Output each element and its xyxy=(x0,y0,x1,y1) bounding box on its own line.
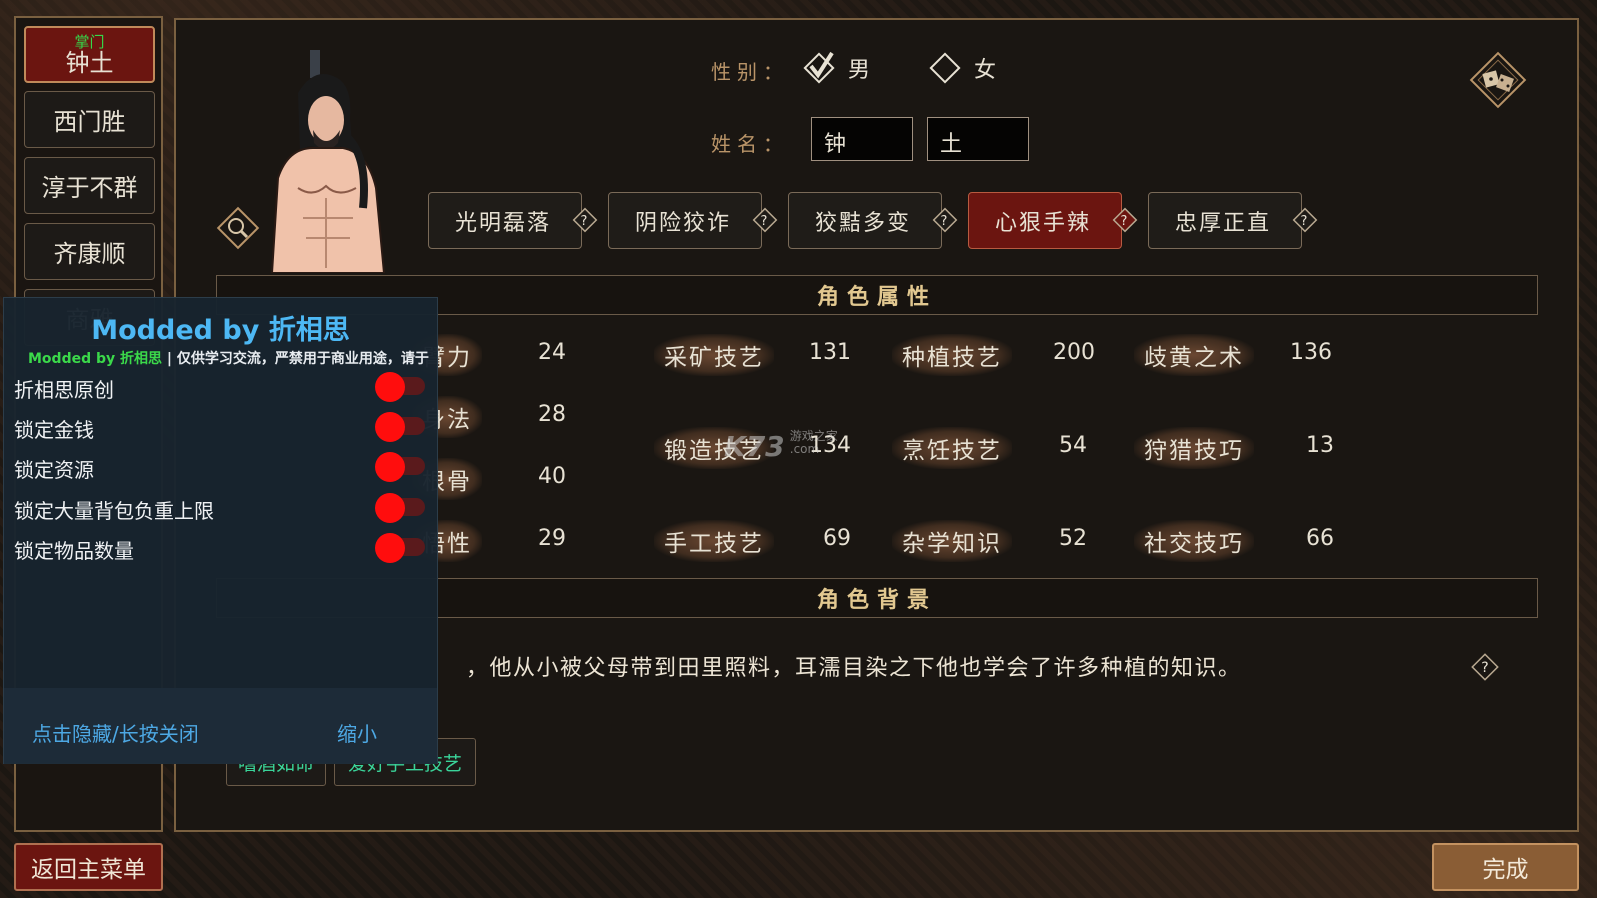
trait-button[interactable]: 狡黠多变 ? xyxy=(788,192,958,249)
mod-option-label: 锁定物品数量 xyxy=(14,539,134,563)
toggle-knob xyxy=(375,412,405,442)
done-button[interactable]: 完成 xyxy=(1432,843,1579,891)
back-to-main-menu-button[interactable]: 返回主菜单 xyxy=(14,843,163,891)
leader-tag: 掌门 xyxy=(74,32,105,51)
attr-strength-value: 24 xyxy=(538,340,566,365)
trait-button[interactable]: 忠厚正直 ? xyxy=(1148,192,1318,249)
mod-menu-panel: Modded by 折相思 Modded by 折相思 | 仅供学习交流，严禁用… xyxy=(3,297,438,764)
skill-label: 狩猎技巧 xyxy=(1134,427,1254,469)
disciple-item[interactable]: 淳于不群 xyxy=(24,157,155,214)
watermark-logo: K73 游戏之家 .com xyxy=(724,430,838,464)
magnify-icon[interactable] xyxy=(216,206,260,250)
toggle-knob xyxy=(375,372,405,402)
mod-menu-title: Modded by 折相思 xyxy=(91,315,350,346)
disciple-name: 钟土 xyxy=(65,48,114,77)
help-icon[interactable]: ? xyxy=(571,206,599,234)
skill-value: 13 xyxy=(1306,433,1334,458)
watermark-domain-text: .com xyxy=(789,442,820,456)
trait-label: 忠厚正直 xyxy=(1175,210,1272,236)
mod-toggle-lock-resources[interactable] xyxy=(375,452,425,482)
mod-toggle-lock-money[interactable] xyxy=(375,412,425,442)
help-icon[interactable]: ? xyxy=(1291,206,1319,234)
trait-label: 阴险狡诈 xyxy=(635,210,732,236)
help-icon[interactable]: ? xyxy=(751,206,779,234)
skill-value: 54 xyxy=(1059,433,1087,458)
skill-value: 66 xyxy=(1306,526,1334,551)
svg-text:?: ? xyxy=(941,214,950,229)
skill-value: 200 xyxy=(1053,340,1095,365)
mod-subtitle-notice: | 仅供学习交流，严禁用于商业用途，请于 xyxy=(162,351,429,367)
mod-option-label: 折相思原创 xyxy=(14,378,114,402)
disciple-name: 西门胜 xyxy=(53,108,126,136)
skill-label: 社交技巧 xyxy=(1134,520,1254,562)
gender-option-male[interactable]: 男 xyxy=(802,50,870,86)
given-name-field[interactable]: 土 xyxy=(927,117,1029,161)
mod-toggle-lock-weight[interactable] xyxy=(375,493,425,523)
trait-button[interactable]: 阴险狡诈 ? xyxy=(608,192,778,249)
svg-text:?: ? xyxy=(1481,660,1488,676)
svg-text:?: ? xyxy=(1121,214,1130,229)
gender-male-label: 男 xyxy=(848,58,871,83)
skill-value: 69 xyxy=(823,526,851,551)
watermark-sub: 游戏之家 .com xyxy=(790,430,838,456)
toggle-knob xyxy=(375,533,405,563)
skill-label: 杂学知识 xyxy=(892,520,1012,562)
svg-text:?: ? xyxy=(581,214,590,229)
trait-button[interactable]: 光明磊落 ? xyxy=(428,192,598,249)
mod-toggle-lock-item-count[interactable] xyxy=(375,533,425,563)
svg-text:?: ? xyxy=(761,214,770,229)
help-icon[interactable]: ? xyxy=(1111,206,1139,234)
mod-menu-footer: 点击隐藏/长按关闭 缩小 xyxy=(4,688,437,764)
toggle-knob xyxy=(375,493,405,523)
trait-label: 狡黠多变 xyxy=(815,210,912,236)
help-icon[interactable]: ? xyxy=(1468,650,1502,684)
skill-label: 种植技艺 xyxy=(892,334,1012,376)
mod-option-label: 锁定金钱 xyxy=(14,418,94,442)
attr-insight-value: 29 xyxy=(538,526,566,551)
diamond-icon xyxy=(929,52,961,84)
gender-female-label: 女 xyxy=(974,58,997,83)
surname-field[interactable]: 钟 xyxy=(811,117,913,161)
mod-subtitle-prefix: Modded by xyxy=(28,351,121,367)
disciple-name: 齐康顺 xyxy=(53,240,126,268)
trait-label: 光明磊落 xyxy=(455,210,552,236)
mod-option-label: 锁定大量背包负重上限 xyxy=(14,499,214,523)
character-portrait xyxy=(270,50,386,273)
name-label: 姓名： xyxy=(711,132,789,156)
disciple-item[interactable]: 西门胜 xyxy=(24,91,155,148)
skill-label: 烹饪技艺 xyxy=(892,427,1012,469)
attr-constitution-value: 40 xyxy=(538,464,566,489)
attr-agility-value: 28 xyxy=(538,402,566,427)
svg-text:?: ? xyxy=(1301,214,1310,229)
skill-label: 采矿技艺 xyxy=(654,334,774,376)
minimize-link[interactable]: 缩小 xyxy=(337,718,377,747)
background-text: ，他从小被父母带到田里照料，耳濡目染之下他也学会了许多种植的知识。 xyxy=(466,656,1242,681)
toggle-knob xyxy=(375,452,405,482)
gender-label: 性别： xyxy=(711,60,789,84)
skill-value: 136 xyxy=(1290,340,1332,365)
mod-option-label: 锁定资源 xyxy=(14,458,94,482)
skill-label: 手工技艺 xyxy=(654,520,774,562)
mod-subtitle-author: 折相思 xyxy=(120,351,163,367)
disciple-name: 淳于不群 xyxy=(41,174,138,202)
dice-randomize-icon[interactable] xyxy=(1466,48,1530,112)
hide-close-link[interactable]: 点击隐藏/长按关闭 xyxy=(32,718,199,747)
checked-diamond-icon xyxy=(803,51,835,84)
mod-menu-subtitle: Modded by 折相思 | 仅供学习交流，严禁用于商业用途，请于 xyxy=(28,348,429,368)
skill-value: 52 xyxy=(1059,526,1087,551)
skill-label: 歧黄之术 xyxy=(1134,334,1254,376)
mod-toggle-original[interactable] xyxy=(375,372,425,402)
gender-option-female[interactable]: 女 xyxy=(928,50,996,86)
trait-button-selected[interactable]: 心狠手辣 ? xyxy=(968,192,1138,249)
trait-label: 心狠手辣 xyxy=(995,210,1092,236)
watermark-brand: K73 xyxy=(724,430,785,463)
skill-value: 131 xyxy=(809,340,851,365)
disciple-item-leader[interactable]: 掌门 钟土 xyxy=(24,26,155,83)
help-icon[interactable]: ? xyxy=(931,206,959,234)
disciple-item[interactable]: 齐康顺 xyxy=(24,223,155,280)
